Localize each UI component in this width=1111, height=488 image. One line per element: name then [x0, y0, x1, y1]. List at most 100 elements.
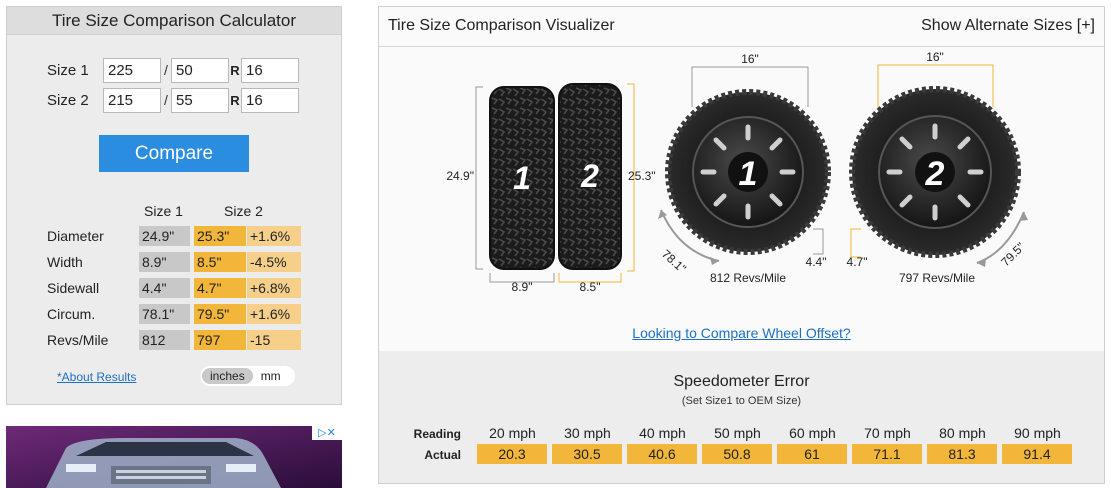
result-row: Circum. 78.1" 79.5" +1.6% — [47, 304, 347, 325]
tire1-number: 1 — [513, 160, 531, 196]
size2-aspect-input[interactable] — [171, 87, 229, 113]
size2-row: Size 2 / R — [47, 87, 299, 113]
result-row: Revs/Mile 812 797 -15 — [47, 330, 347, 351]
tire2-number: 2 — [580, 158, 599, 194]
result-row: Width 8.9" 8.5" -4.5% — [47, 252, 347, 273]
adchoices-icon[interactable]: ▷✕ — [312, 426, 342, 440]
result-row: Diameter 24.9" 25.3" +1.6% — [47, 226, 347, 247]
rim-separator: R — [230, 92, 240, 108]
result-size2-value: 8.5" — [194, 252, 246, 272]
speed-reading: 90 mph — [1014, 425, 1061, 441]
result-difference: +6.8% — [247, 278, 301, 298]
result-size2-value: 25.3" — [194, 226, 246, 246]
speed-actual: 61 — [777, 444, 847, 464]
result-label: Width — [47, 254, 83, 270]
result-label: Circum. — [47, 306, 96, 322]
tire-calculator-panel: Tire Size Comparison Calculator Size 1 /… — [6, 6, 342, 405]
sidewall1-bracket — [813, 228, 824, 255]
speed-actual: 81.3 — [927, 444, 997, 464]
speed-actual: 71.1 — [852, 444, 922, 464]
result-size1-value: 78.1" — [139, 304, 190, 324]
tire1-side-number: 1 — [739, 155, 758, 193]
rim2-label: 16" — [926, 50, 944, 64]
tire-visualizer-panel: Tire Size Comparison Visualizer Show Alt… — [378, 6, 1105, 484]
result-difference: +1.6% — [247, 304, 301, 324]
speed-actual: 91.4 — [1002, 444, 1072, 464]
speedometer-title: Speedometer Error — [673, 373, 810, 390]
result-label: Revs/Mile — [47, 332, 109, 348]
result-size2-value: 797 — [194, 330, 246, 350]
advertisement-image[interactable]: ▷✕ — [6, 426, 342, 488]
rim-separator: R — [230, 62, 240, 78]
size1-width-input[interactable] — [103, 57, 161, 83]
size2-rim-input[interactable] — [241, 87, 299, 113]
size2-width-input[interactable] — [103, 87, 161, 113]
result-size1-value: 8.9" — [139, 252, 190, 272]
diameter2-label: 25.3" — [628, 169, 656, 183]
speed-actual: 20.3 — [477, 444, 547, 464]
rim1-label: 16" — [741, 52, 759, 66]
diameter1-label: 24.9" — [446, 169, 474, 183]
speed-reading: 80 mph — [939, 425, 986, 441]
ad-truck-image — [6, 426, 342, 488]
results-header-size2: Size 2 — [224, 203, 263, 219]
compare-button[interactable]: Compare — [99, 135, 249, 172]
speed-actual: 30.5 — [552, 444, 622, 464]
slash-separator: / — [164, 62, 168, 78]
result-size2-value: 4.7" — [194, 278, 246, 298]
show-alternate-sizes-link[interactable]: Show Alternate Sizes [+] — [921, 17, 1095, 35]
unit-toggle[interactable]: inches mm — [200, 366, 295, 386]
sidewall2-bracket — [850, 228, 861, 258]
speed-reading: 20 mph — [489, 425, 536, 441]
result-difference: -4.5% — [247, 252, 301, 272]
sidewall2-label: 4.7" — [847, 255, 868, 269]
width2-label: 8.5" — [580, 280, 601, 294]
revs2-label: 797 Revs/Mile — [899, 271, 975, 285]
speed-reading: 60 mph — [789, 425, 836, 441]
visualizer-title: Tire Size Comparison Visualizer — [388, 17, 615, 34]
tire2-tread-view: 2 — [558, 83, 622, 270]
speed-reading: 40 mph — [639, 425, 686, 441]
result-difference: -15 — [247, 330, 301, 350]
revs1-label: 812 Revs/Mile — [710, 271, 786, 285]
tire2-side-view: 2 — [849, 86, 1021, 258]
tire1-side-view: 1 — [665, 89, 831, 255]
speed-reading: 30 mph — [564, 425, 611, 441]
calculator-title: Tire Size Comparison Calculator — [7, 7, 341, 35]
result-size1-value: 4.4" — [139, 278, 190, 298]
tire-comparison-drawing: 1 2 24.9" 25.3" 8.9" 8.5" 1 16" 4.4" 78.… — [446, 50, 1028, 294]
result-row: Sidewall 4.4" 4.7" +6.8% — [47, 278, 347, 299]
size1-rim-input[interactable] — [241, 57, 299, 83]
tire1-tread-view: 1 — [489, 86, 555, 270]
circumference1-label: 78.1" — [659, 247, 689, 276]
results-header-size1: Size 1 — [144, 203, 183, 219]
wheel-offset-link[interactable]: Looking to Compare Wheel Offset? — [379, 325, 1104, 341]
circumference2-label: 79.5" — [998, 240, 1027, 269]
speed-actual: 50.8 — [702, 444, 772, 464]
size2-label: Size 2 — [47, 91, 89, 109]
result-label: Sidewall — [47, 280, 100, 296]
diameter1-bracket — [475, 86, 483, 270]
unit-mm-option[interactable]: mm — [253, 368, 289, 384]
result-size2-value: 79.5" — [194, 304, 246, 324]
slash-separator: / — [164, 92, 168, 108]
width1-label: 8.9" — [512, 280, 533, 294]
speedometer-subtitle: (Set Size1 to OEM Size) — [681, 395, 802, 407]
reading-label: Reading — [413, 427, 461, 441]
size1-label: Size 1 — [47, 61, 89, 79]
result-size1-value: 812 — [139, 330, 190, 350]
size1-row: Size 1 / R — [47, 57, 299, 83]
speed-reading: 50 mph — [714, 425, 761, 441]
result-label: Diameter — [47, 228, 104, 244]
speed-actual: 40.6 — [627, 444, 697, 464]
about-results-link[interactable]: *About Results — [57, 370, 136, 384]
size1-aspect-input[interactable] — [171, 57, 229, 83]
speed-reading: 70 mph — [864, 425, 911, 441]
speedometer-error-section: Speedometer Error (Set Size1 to OEM Size… — [379, 351, 1104, 483]
tire2-side-number: 2 — [925, 155, 945, 193]
actual-label: Actual — [424, 448, 461, 462]
unit-inches-option[interactable]: inches — [202, 368, 253, 384]
result-size1-value: 24.9" — [139, 226, 190, 246]
sidewall1-label: 4.4" — [806, 255, 827, 269]
result-difference: +1.6% — [247, 226, 301, 246]
